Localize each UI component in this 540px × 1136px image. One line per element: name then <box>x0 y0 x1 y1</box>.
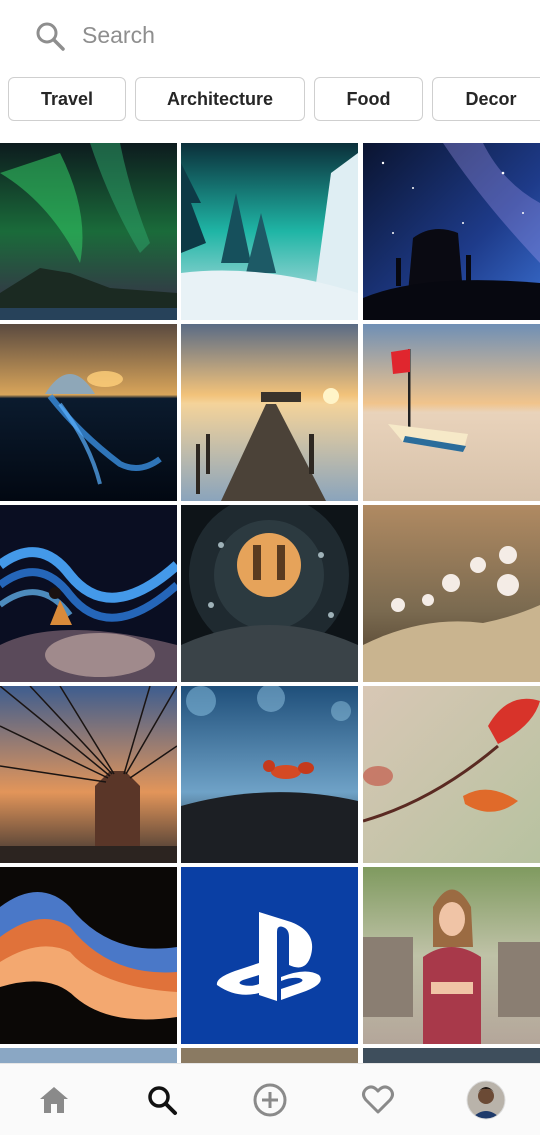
grid-tile-jellyfish[interactable] <box>0 324 177 501</box>
grid-tile-partial-1[interactable] <box>0 1048 177 1063</box>
bottom-nav <box>0 1063 540 1135</box>
chip-travel[interactable]: Travel <box>8 77 126 121</box>
nav-profile[interactable] <box>432 1064 540 1136</box>
search-icon <box>36 22 65 51</box>
grid-tile-snowy-forest[interactable] <box>181 143 358 320</box>
search-bar[interactable]: Search <box>0 0 540 72</box>
nav-search[interactable] <box>108 1064 216 1136</box>
grid-tile-mushrooms[interactable] <box>363 505 540 682</box>
grid-tile-water-tunnel[interactable] <box>181 505 358 682</box>
home-icon <box>40 1087 68 1113</box>
chip-food[interactable]: Food <box>314 77 423 121</box>
search-input[interactable]: Search <box>82 22 155 49</box>
chip-decor[interactable]: Decor <box>432 77 540 121</box>
heart-icon <box>362 1085 394 1114</box>
grid-tile-boat-flag[interactable] <box>363 324 540 501</box>
profile-avatar <box>466 1080 506 1120</box>
grid-tile-autumn-leaves[interactable] <box>363 686 540 863</box>
search-icon <box>148 1086 177 1115</box>
add-icon <box>253 1083 287 1117</box>
nav-home[interactable] <box>0 1064 108 1136</box>
grid-tile-ant-macro[interactable] <box>181 686 358 863</box>
grid-tile-partial-3[interactable] <box>363 1048 540 1063</box>
grid-tile-antelope-canyon[interactable] <box>0 867 177 1044</box>
grid-tile-bridge-cables[interactable] <box>0 686 177 863</box>
grid-tile-milky-way[interactable] <box>363 143 540 320</box>
chip-architecture[interactable]: Architecture <box>135 77 305 121</box>
grid-tile-woman-bridge[interactable] <box>363 867 540 1044</box>
grid-tile-aurora-mountains[interactable] <box>0 143 177 320</box>
nav-activity[interactable] <box>324 1064 432 1136</box>
grid-tile-playstation-logo[interactable] <box>181 867 358 1044</box>
grid-tile-pier-sunset[interactable] <box>181 324 358 501</box>
grid-tile-partial-2[interactable] <box>181 1048 358 1063</box>
category-chips: Travel Architecture Food Decor <box>0 77 540 123</box>
nav-add[interactable] <box>216 1064 324 1136</box>
explore-grid <box>0 143 540 1063</box>
grid-tile-light-painting[interactable] <box>0 505 177 682</box>
